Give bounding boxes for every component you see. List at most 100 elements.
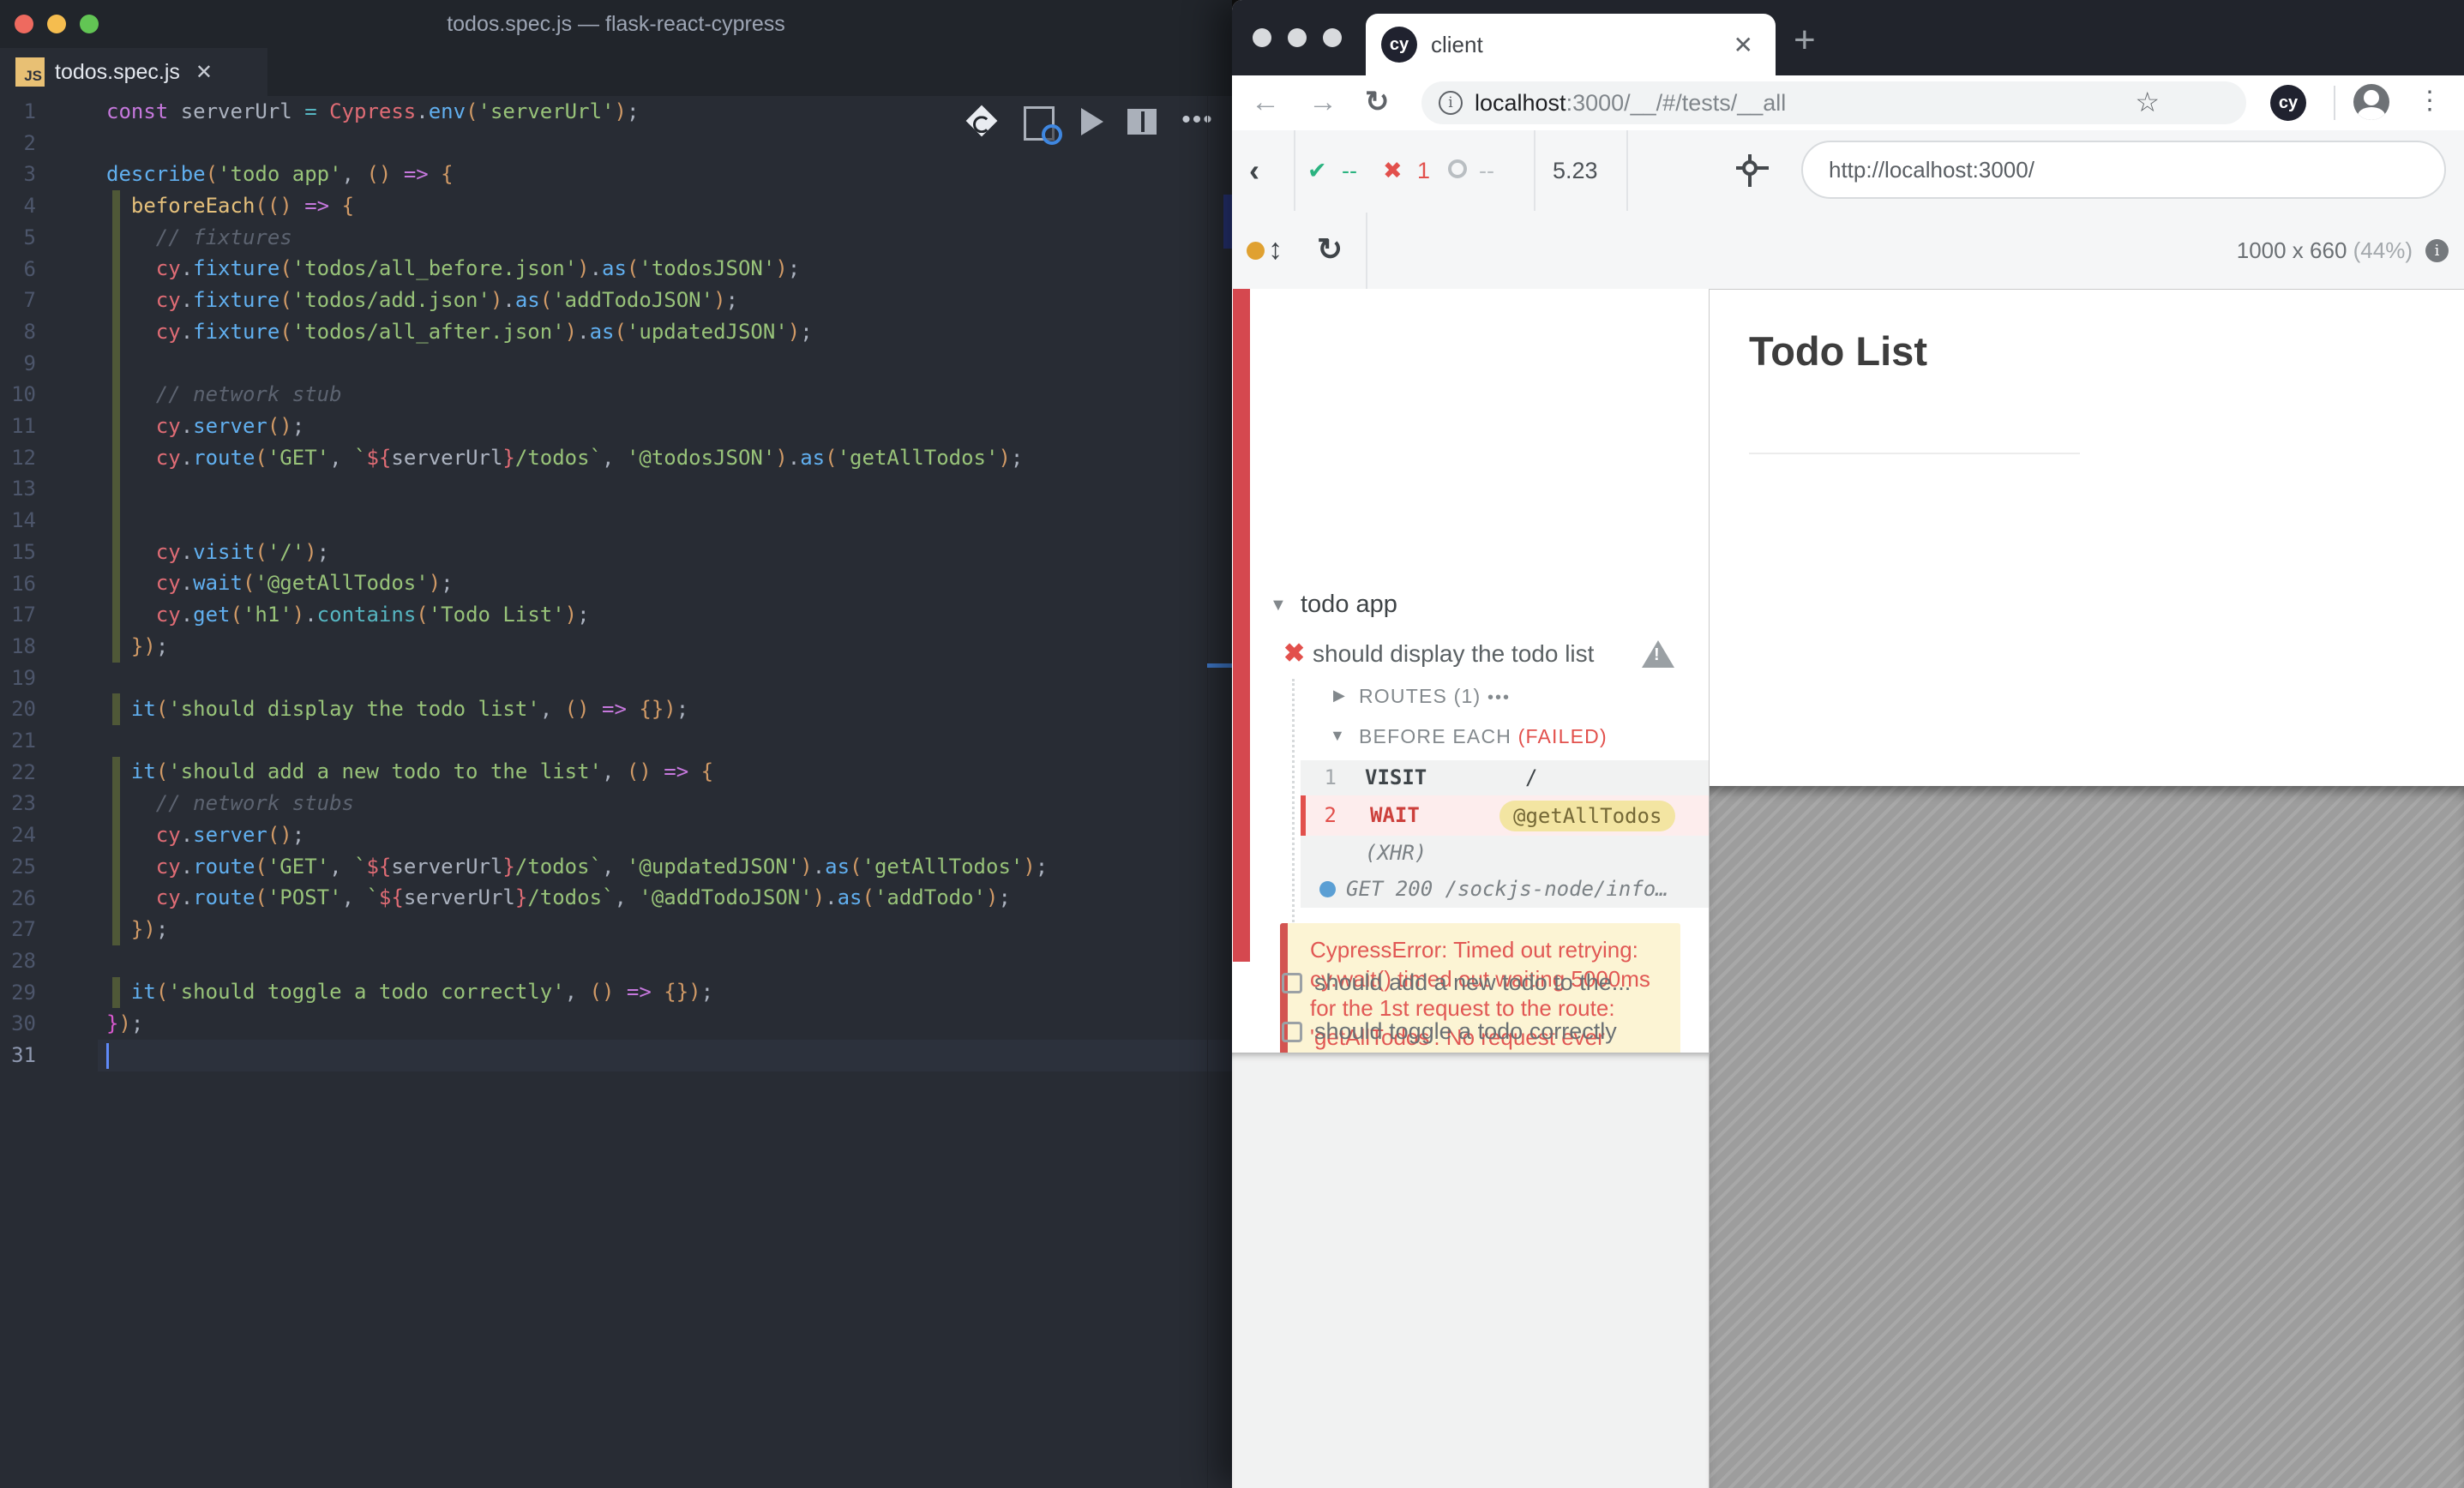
close-tab-icon[interactable]: ✕ xyxy=(1734,31,1753,59)
code-editor[interactable]: const serverUrl = Cypress.env('serverUrl… xyxy=(106,96,1048,1071)
routes-label: ROUTES (1) ••• xyxy=(1359,685,1511,708)
line-number: 31 xyxy=(0,1040,36,1071)
cypress-extension-icon[interactable]: cy xyxy=(2270,85,2306,121)
line-number: 23 xyxy=(0,788,36,819)
profile-icon[interactable] xyxy=(2353,84,2389,120)
run-tests-icon[interactable] xyxy=(1073,105,1111,139)
split-editor-icon[interactable] xyxy=(1123,105,1161,139)
test-failed-icon: ✖ xyxy=(1283,639,1305,669)
line-number: 26 xyxy=(0,883,36,915)
line-number: 7 xyxy=(0,285,36,316)
pending-test-title: should toggle a todo correctly xyxy=(1314,1018,1617,1045)
failed-count: 1 xyxy=(1417,130,1430,211)
overview-ruler xyxy=(1207,96,1208,1488)
vscode-tabbar: JS todos.spec.js ✕ ••• xyxy=(0,48,1232,96)
route-alias-badge: @getAllTodos xyxy=(1499,801,1675,831)
line-number: 15 xyxy=(0,537,36,568)
pending-count: -- xyxy=(1479,130,1494,211)
chevron-down-icon[interactable]: ▼ xyxy=(1270,596,1287,615)
address-bar[interactable]: i localhost:3000/__/#/tests/__all xyxy=(1421,81,2246,124)
outside-viewport-area xyxy=(1709,786,2464,1488)
maximize-window-icon[interactable] xyxy=(1323,28,1342,47)
viewport-info-icon[interactable]: i xyxy=(2425,239,2449,262)
close-window-icon[interactable] xyxy=(1253,28,1271,47)
line-number: 8 xyxy=(0,316,36,348)
window-title: todos.spec.js — flask-react-cypress xyxy=(0,0,1232,48)
vscode-window: todos.spec.js — flask-react-cypress JS t… xyxy=(0,0,1232,1488)
before-each-section[interactable]: ▼ BEFORE EACH (FAILED) xyxy=(1232,723,1709,754)
line-number: 19 xyxy=(0,663,36,694)
browser-tab[interactable]: cy client ✕ xyxy=(1366,14,1776,75)
cypress-favicon: cy xyxy=(1381,27,1417,63)
chrome-toolbar: ← → ↻ i localhost:3000/__/#/tests/__all … xyxy=(1232,75,2464,132)
line-number: 28 xyxy=(0,945,36,977)
line-number: 21 xyxy=(0,725,36,757)
line-number: 20 xyxy=(0,693,36,725)
xhr-dot-icon xyxy=(1319,881,1336,897)
screen: todos.spec.js — flask-react-cypress JS t… xyxy=(0,0,2464,1488)
collapse-reporter-icon[interactable]: ‹ xyxy=(1249,130,1259,211)
line-number: 9 xyxy=(0,348,36,380)
line-number: 13 xyxy=(0,473,36,505)
line-number: 18 xyxy=(0,631,36,663)
passed-count: -- xyxy=(1342,130,1357,211)
chrome-window: cy client ✕ + ← → ↻ i localhost:3000/__/… xyxy=(1232,0,2464,1488)
bookmark-star-icon[interactable]: ☆ xyxy=(2135,86,2160,118)
browser-menu-icon[interactable]: ⋮ xyxy=(2417,75,2443,130)
line-number: 12 xyxy=(0,442,36,474)
new-tab-icon[interactable]: + xyxy=(1794,26,1816,55)
duration: 5.23 xyxy=(1553,130,1598,211)
pending-checkbox-icon xyxy=(1282,1022,1302,1042)
command-name: GET 200 /sockjs-node/info… xyxy=(1346,877,1668,901)
site-info-icon[interactable]: i xyxy=(1439,91,1463,115)
chevron-right-icon[interactable]: ▶ xyxy=(1333,687,1345,705)
minimize-window-icon[interactable] xyxy=(1288,28,1307,47)
command-log: 1VISIT/2WAIT@getAllTodos(XHR) GET 200 /so… xyxy=(1301,760,1709,908)
pending-test-row[interactable]: should add a new todo to the... xyxy=(1232,968,1709,1011)
chevron-down-icon[interactable]: ▼ xyxy=(1330,727,1345,745)
failed-test-row[interactable]: ✖ should display the todo list xyxy=(1232,639,1709,676)
line-number: 17 xyxy=(0,599,36,631)
reporter-footer xyxy=(1232,1053,1709,1488)
back-icon[interactable]: ← xyxy=(1251,75,1280,129)
line-number: 11 xyxy=(0,411,36,442)
javascript-file-icon: JS xyxy=(15,57,45,87)
pending-test-title: should add a new todo to the... xyxy=(1314,969,1631,996)
forward-icon[interactable]: → xyxy=(1308,75,1337,129)
line-number: 6 xyxy=(0,254,36,285)
passed-icon: ✔ xyxy=(1307,130,1327,211)
command-row[interactable]: 2WAIT@getAllTodos xyxy=(1301,795,1709,836)
failed-icon: ✖ xyxy=(1383,130,1403,211)
rerun-tests-icon[interactable]: ↻ xyxy=(1317,213,1343,289)
app-preview-iframe[interactable]: Todo List xyxy=(1709,289,2464,786)
more-icon[interactable]: ••• xyxy=(1487,688,1511,707)
selector-playground-icon[interactable] xyxy=(1736,154,1769,187)
scrollbar-mark[interactable] xyxy=(1207,663,1232,668)
line-number: 27 xyxy=(0,914,36,945)
runner-subheader: ↕ ↻ 1000 x 660 (44%) i xyxy=(1232,213,2464,289)
more-actions-icon[interactable]: ••• xyxy=(1179,105,1217,139)
command-number: 2 xyxy=(1301,803,1337,827)
command-row[interactable]: (XHR) xyxy=(1301,836,1709,871)
viewport-size: 1000 x 660 (44%) xyxy=(2237,213,2413,289)
command-name: VISIT xyxy=(1365,765,1427,789)
chrome-titlebar: cy client ✕ + xyxy=(1232,0,2464,75)
editor-tab-label: todos.spec.js xyxy=(55,60,180,85)
line-number: 24 xyxy=(0,819,36,851)
app-url-field[interactable]: http://localhost:3000/ xyxy=(1801,141,2446,199)
pending-icon xyxy=(1448,159,1467,178)
close-tab-icon[interactable]: ✕ xyxy=(195,60,213,85)
command-row[interactable]: GET 200 /sockjs-node/info… xyxy=(1301,871,1709,908)
editor-tab[interactable]: JS todos.spec.js ✕ xyxy=(0,48,267,96)
line-number: 1 xyxy=(0,96,36,128)
overview-ruler-mark xyxy=(1223,195,1232,249)
line-number: 16 xyxy=(0,568,36,600)
url-text: localhost:3000/__/#/tests/__all xyxy=(1475,90,1786,117)
line-number: 29 xyxy=(0,977,36,1009)
routes-section[interactable]: ▶ ROUTES (1) ••• xyxy=(1232,683,1709,714)
command-row[interactable]: 1VISIT/ xyxy=(1301,760,1709,795)
scroll-toggle-icon[interactable]: ↕ xyxy=(1268,213,1283,289)
suite-row[interactable]: ▼ todo app xyxy=(1232,591,1709,628)
reload-icon[interactable]: ↻ xyxy=(1365,75,1390,129)
line-number: 30 xyxy=(0,1008,36,1040)
